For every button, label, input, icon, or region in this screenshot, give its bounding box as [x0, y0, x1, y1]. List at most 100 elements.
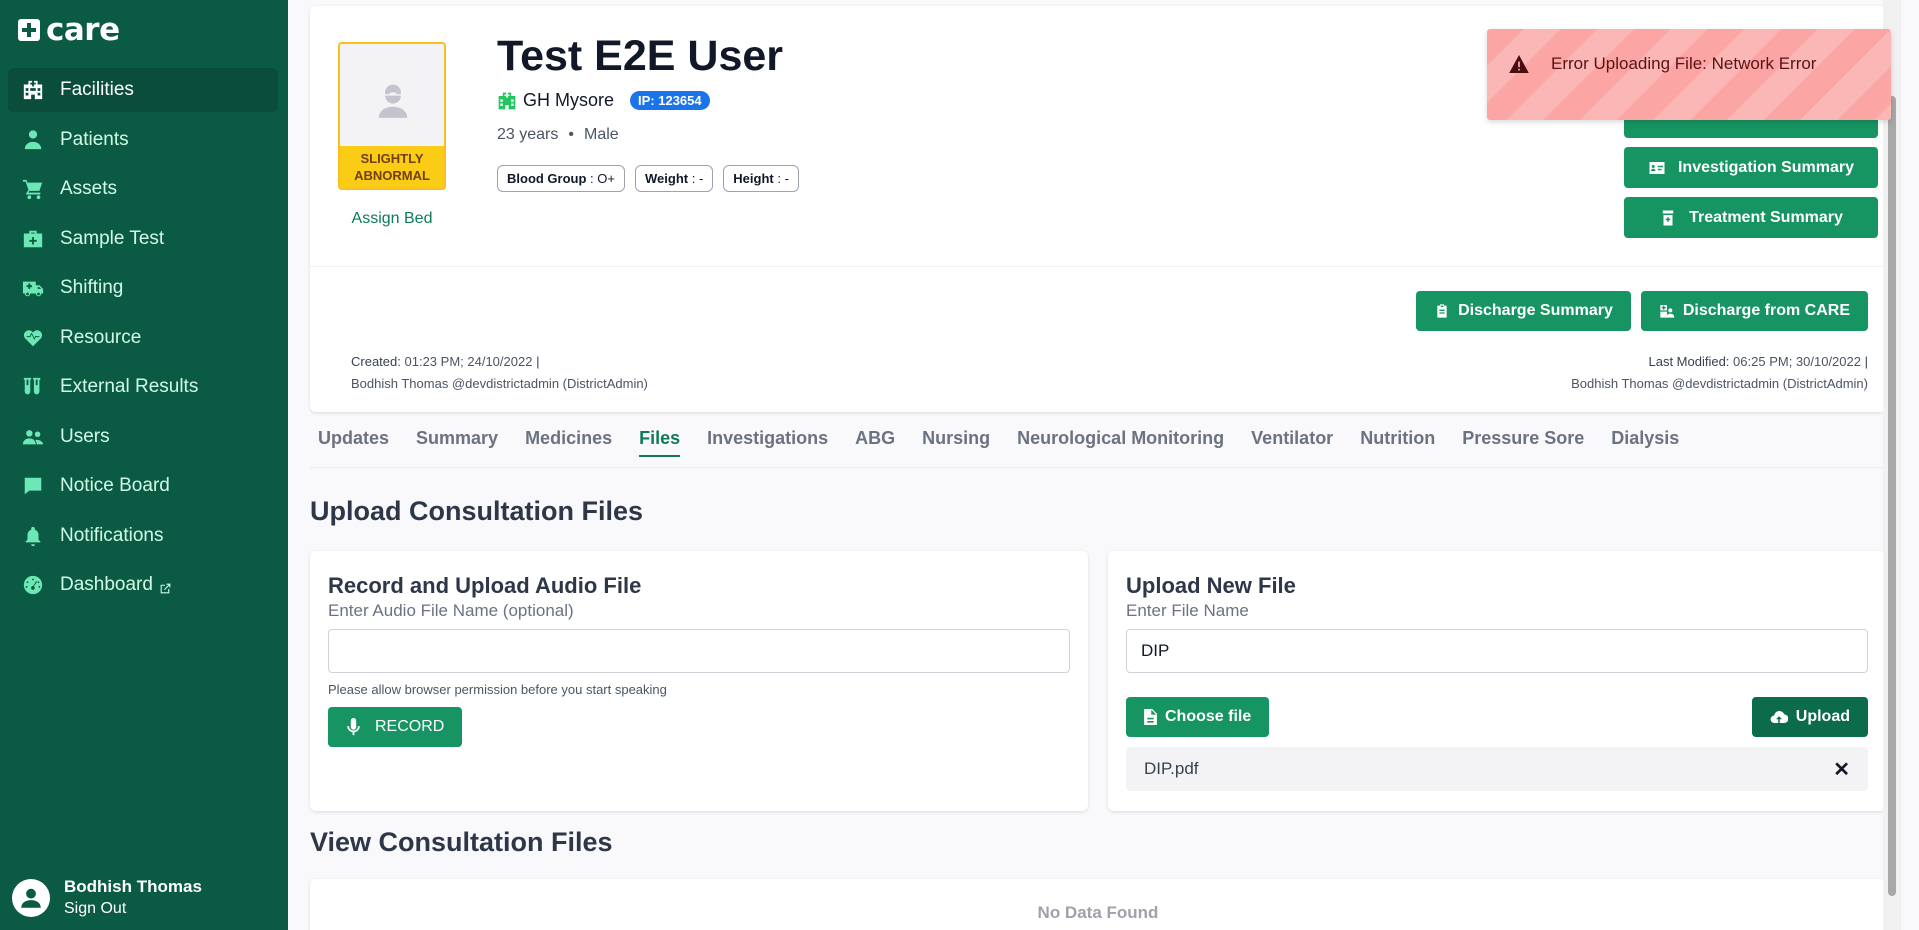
- tab-abg[interactable]: ABG: [855, 428, 895, 457]
- sidebar-item-resource[interactable]: Resource: [8, 316, 278, 360]
- severity-line-2: ABNORMAL: [354, 168, 430, 183]
- sidebar: care Facilities Patients Assets Sample T…: [0, 0, 288, 930]
- created-label: Created:: [351, 354, 401, 369]
- logo-text: care: [46, 12, 120, 48]
- tab-medicines[interactable]: Medicines: [525, 428, 612, 457]
- sidebar-item-label: Assets: [60, 178, 118, 199]
- severity-line-1: SLIGHTLY: [360, 151, 424, 166]
- modified-timestamp: 06:25 PM; 30/10/2022: [1733, 354, 1861, 369]
- patient-demographics: 23 years • Male: [497, 126, 619, 144]
- modified-label: Last Modified:: [1648, 354, 1730, 369]
- tab-summary[interactable]: Summary: [416, 428, 498, 457]
- user-name: Bodhish Thomas: [64, 877, 202, 896]
- created-timestamp: 01:23 PM; 24/10/2022: [404, 354, 533, 369]
- users-icon: [20, 426, 46, 448]
- modified-by: Bodhish Thomas @devdistrictadmin (Distri…: [1571, 376, 1868, 391]
- upload-button[interactable]: Upload: [1751, 697, 1868, 737]
- sidebar-item-label: External Results: [60, 376, 199, 397]
- sidebar-item-label: Sample Test: [60, 227, 165, 249]
- sidebar-item-users[interactable]: Users: [8, 415, 278, 459]
- patient-gender: Male: [583, 126, 619, 143]
- sidebar-item-label: Shifting: [60, 277, 124, 298]
- audio-name-label: Enter Audio File Name (optional): [328, 601, 574, 620]
- consultation-tabs: Updates Summary Medicines Files Investig…: [318, 428, 1679, 457]
- audio-file-name-input[interactable]: [328, 629, 1070, 673]
- modified-info: Last Modified: 06:25 PM; 30/10/2022 | Bo…: [1571, 351, 1868, 395]
- hospital-icon: [498, 92, 516, 109]
- record-button[interactable]: RECORD: [328, 707, 463, 747]
- tab-nursing[interactable]: Nursing: [922, 428, 990, 457]
- vitals-chips: Blood Group : O+ Weight : - Height : -: [497, 165, 799, 192]
- file-icon: [1144, 709, 1157, 725]
- toast-message: Error Uploading File: Network Error: [1551, 54, 1817, 73]
- tab-updates[interactable]: Updates: [318, 428, 389, 457]
- sidebar-item-facilities[interactable]: Facilities: [8, 68, 278, 112]
- sidebar-item-label: Users: [60, 425, 110, 447]
- sidebar-item-sample-test[interactable]: Sample Test: [8, 217, 278, 261]
- tab-files[interactable]: Files: [639, 428, 681, 457]
- card-divider: [310, 266, 1886, 267]
- created-info: Created: 01:23 PM; 24/10/2022 | Bodhish …: [351, 351, 648, 395]
- sidebar-item-shifting[interactable]: Shifting: [8, 266, 278, 310]
- tabs-divider: [310, 467, 1886, 468]
- sidebar-item-label: Resource: [60, 326, 142, 348]
- separator-dot: •: [568, 126, 574, 143]
- file-name-label: Enter File Name: [1126, 601, 1249, 620]
- hospital-user-icon: [1660, 305, 1675, 318]
- patient-photo: SLIGHTLY ABNORMAL: [338, 42, 446, 190]
- message-icon: [20, 475, 46, 497]
- external-link-icon: [159, 579, 172, 593]
- audio-upload-card: Record and Upload Audio File Enter Audio…: [310, 551, 1088, 811]
- discharge-summary-button[interactable]: Discharge Summary: [1416, 291, 1631, 331]
- file-name-input[interactable]: [1126, 629, 1868, 673]
- sidebar-nav: Facilities Patients Assets Sample Test S…: [8, 68, 278, 613]
- user-avatar-icon: [21, 888, 41, 908]
- permission-hint: Please allow browser permission before y…: [328, 682, 667, 697]
- discharge-from-care-button[interactable]: Discharge from CARE: [1640, 291, 1868, 331]
- error-toast[interactable]: Error Uploading File: Network Error: [1487, 29, 1891, 120]
- sidebar-item-assets[interactable]: Assets: [8, 167, 278, 211]
- sidebar-item-dashboard[interactable]: Dashboard: [8, 563, 278, 607]
- discharge-actions: Discharge Summary Discharge from CARE: [1416, 291, 1868, 331]
- care-logo[interactable]: care: [18, 12, 120, 48]
- files-list-card: No Data Found: [310, 879, 1886, 930]
- tab-neurological-monitoring[interactable]: Neurological Monitoring: [1017, 428, 1224, 457]
- height-chip: Height : -: [723, 165, 799, 192]
- investigation-summary-button[interactable]: Investigation Summary: [1624, 147, 1878, 188]
- clipboard-icon: [1437, 304, 1447, 318]
- id-card-icon: [1649, 161, 1665, 174]
- patient-age: 23 years: [497, 126, 559, 143]
- severity-badge: SLIGHTLY ABNORMAL: [340, 146, 444, 188]
- logo-icon: [18, 19, 40, 41]
- scrollbar-thumb[interactable]: [1888, 96, 1896, 896]
- facility-row: GH Mysore IP: 123654: [497, 90, 710, 111]
- tab-ventilator[interactable]: Ventilator: [1251, 428, 1333, 457]
- scrollbar[interactable]: [1883, 0, 1901, 930]
- summary-actions: Investigation Summary Treatment Summary: [1624, 100, 1878, 247]
- sign-out-link[interactable]: Sign Out: [64, 900, 202, 918]
- assign-bed-link[interactable]: Assign Bed: [338, 210, 446, 228]
- user-profile: Bodhish Thomas Sign Out: [12, 877, 202, 918]
- warning-icon: [1509, 55, 1529, 73]
- microphone-icon: [347, 718, 360, 736]
- tab-nutrition[interactable]: Nutrition: [1360, 428, 1435, 457]
- tab-pressure-sore[interactable]: Pressure Sore: [1462, 428, 1584, 457]
- sidebar-item-label: Notifications: [60, 524, 164, 546]
- sidebar-item-label: Facilities: [60, 79, 134, 100]
- tab-investigations[interactable]: Investigations: [707, 428, 828, 457]
- sidebar-item-notice-board[interactable]: Notice Board: [8, 464, 278, 508]
- choose-file-button[interactable]: Choose file: [1126, 697, 1270, 737]
- avatar[interactable]: [12, 878, 50, 917]
- sidebar-item-patients[interactable]: Patients: [8, 118, 278, 162]
- tab-dialysis[interactable]: Dialysis: [1611, 428, 1679, 457]
- close-icon[interactable]: ✕: [1833, 757, 1850, 782]
- sidebar-item-external-results[interactable]: External Results: [8, 365, 278, 409]
- gauge-icon: [20, 574, 46, 596]
- facility-name[interactable]: GH Mysore: [523, 90, 614, 111]
- selected-file-row: DIP.pdf ✕: [1126, 747, 1868, 791]
- treatment-summary-button[interactable]: Treatment Summary: [1624, 197, 1878, 238]
- upload-section-title: Upload Consultation Files: [310, 496, 644, 526]
- sidebar-item-notifications[interactable]: Notifications: [8, 514, 278, 558]
- created-by: Bodhish Thomas @devdistrictadmin (Distri…: [351, 376, 648, 391]
- sidebar-item-label: Patients: [60, 128, 129, 150]
